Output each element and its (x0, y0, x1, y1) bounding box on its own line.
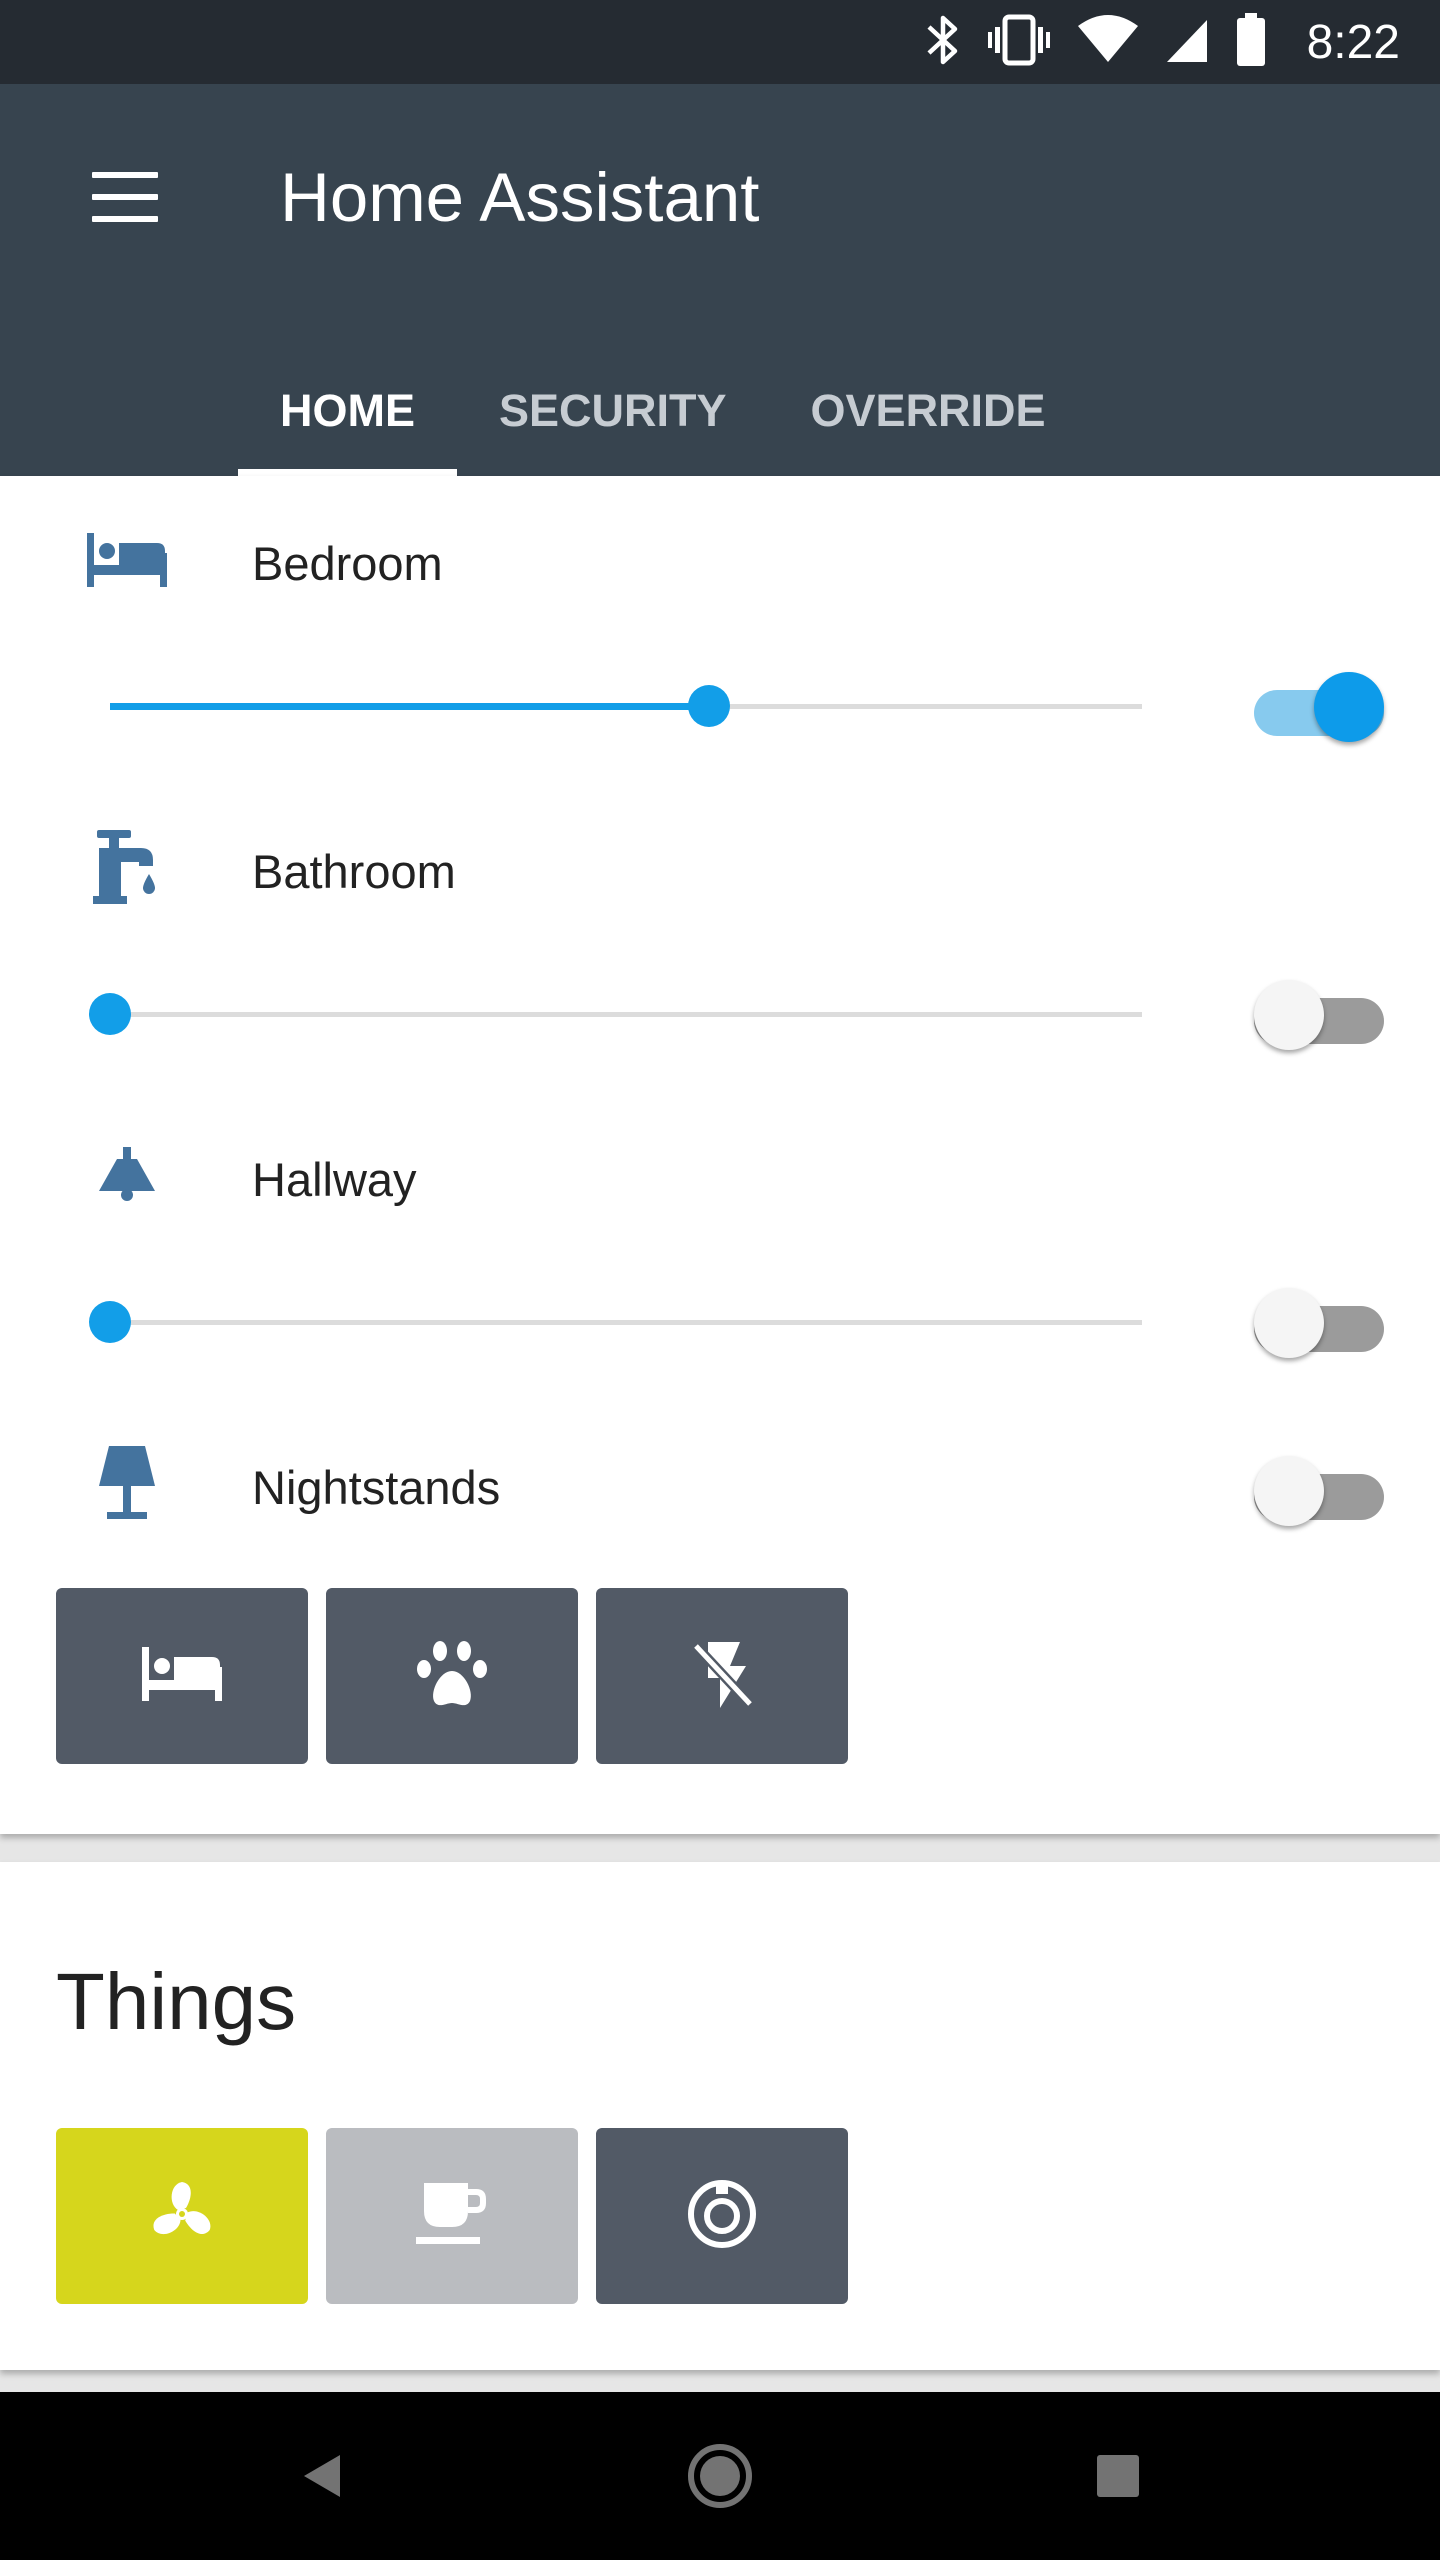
home-icon[interactable] (672, 2428, 768, 2524)
faucet-icon (82, 822, 172, 912)
coffee-maker-icon (416, 2181, 488, 2252)
flash-off-icon (690, 1638, 754, 1715)
brightness-slider[interactable] (89, 984, 1142, 1044)
slider-thumb[interactable] (89, 1301, 131, 1343)
light-label: Bathroom (252, 845, 456, 898)
thing-button-fan[interactable] (56, 2128, 308, 2304)
recents-icon[interactable] (1070, 2428, 1166, 2524)
bluetooth-icon (925, 13, 961, 72)
slider-thumb[interactable] (687, 685, 730, 727)
toggle-knob (1254, 980, 1324, 1050)
vibrate-icon (987, 13, 1051, 72)
status-bar: 8:22 (0, 0, 1440, 84)
light-label: Nightstands (252, 1461, 501, 1514)
nav-bar (0, 2392, 1440, 2560)
light-toggle[interactable] (1254, 1452, 1384, 1528)
robot-vacuum-icon (686, 2178, 758, 2255)
table-lamp-icon (82, 1438, 172, 1528)
light-label: Bedroom (252, 537, 443, 590)
signal-icon (1165, 16, 1209, 69)
slider-track (110, 1012, 1142, 1017)
brightness-slider[interactable] (110, 676, 1142, 736)
menu-icon[interactable] (92, 172, 158, 222)
light-toggle[interactable] (1254, 1284, 1384, 1360)
light-toggle[interactable] (1254, 976, 1384, 1052)
light-toggle[interactable] (1254, 668, 1384, 744)
clock: 8:22 (1306, 15, 1400, 69)
thing-button-vacuum[interactable] (596, 2128, 848, 2304)
tab-override[interactable]: OVERRIDE (769, 346, 1088, 476)
toggle-knob (1314, 672, 1384, 742)
slider-thumb[interactable] (89, 993, 131, 1035)
paw-icon (416, 1639, 488, 1714)
thing-button-coffee[interactable] (326, 2128, 578, 2304)
tab-security[interactable]: SECURITY (457, 346, 769, 476)
card-title: Things (56, 1957, 297, 2046)
scene-button-bed[interactable] (56, 1588, 308, 1764)
toggle-knob (1254, 1288, 1324, 1358)
fan-icon (146, 2178, 218, 2255)
tab-bar: HOME SECURITY OVERRIDE (238, 346, 1088, 476)
bed-icon (142, 1646, 222, 1706)
light-label: Hallway (252, 1153, 417, 1206)
tab-home[interactable]: HOME (238, 346, 457, 476)
back-icon[interactable] (274, 2428, 370, 2524)
slider-fill (110, 703, 709, 710)
ceiling-lamp-icon (82, 1130, 172, 1220)
toggle-knob (1254, 1456, 1324, 1526)
things-card: Things (0, 1862, 1440, 2370)
scene-button-paw[interactable] (326, 1588, 578, 1764)
bed-icon (82, 514, 172, 604)
app-bar: Home Assistant HOME SECURITY OVERRIDE (0, 84, 1440, 476)
brightness-slider[interactable] (89, 1292, 1142, 1352)
slider-track (110, 1320, 1142, 1325)
scene-button-flash-off[interactable] (596, 1588, 848, 1764)
battery-icon (1235, 12, 1267, 72)
status-icons: 8:22 (925, 0, 1400, 84)
app-title: Home Assistant (280, 159, 760, 236)
wifi-icon (1077, 14, 1139, 71)
